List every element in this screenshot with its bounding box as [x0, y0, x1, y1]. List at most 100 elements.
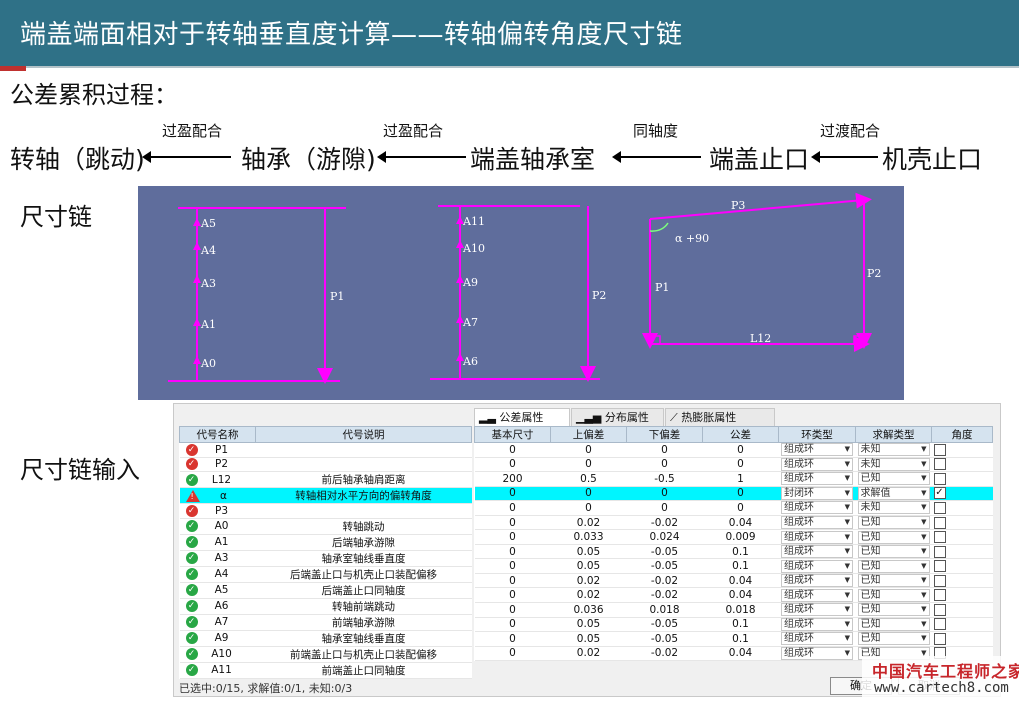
tab-thermal[interactable]: ⟋ 热膨胀属性	[665, 408, 775, 426]
table-row[interactable]: 0 0.036 0.018 0.018 组成环 ▼ 已知 ▼	[474, 602, 993, 618]
table-row[interactable]: ✓ A1 后端轴承游隙	[179, 534, 472, 551]
ring-type-select[interactable]: 组成环 ▼	[781, 472, 853, 486]
upper-dev-cell[interactable]: 0.05	[550, 558, 627, 574]
table-row[interactable]: ✓ A4 后端盖止口与机壳止口装配偏移	[179, 566, 472, 583]
angle-checkbox[interactable]	[933, 560, 946, 573]
angle-checkbox[interactable]	[933, 589, 946, 602]
table-row[interactable]: 0 0.05 -0.05 0.1 组成环 ▼ 已知 ▼	[474, 617, 993, 633]
solve-type-select[interactable]: 求解值 ▼	[857, 486, 930, 500]
table-row[interactable]: ✓ A11 前端盖止口同轴度	[179, 662, 472, 679]
table-row[interactable]: ✓ L12 前后轴承轴肩距离	[179, 471, 472, 489]
angle-checkbox[interactable]	[933, 618, 946, 631]
angle-checkbox[interactable]	[933, 516, 946, 529]
lower-dev-cell[interactable]: -0.02	[626, 646, 703, 662]
angle-checkbox[interactable]: ✓	[933, 487, 946, 500]
base-size-cell[interactable]: 0	[474, 544, 551, 560]
base-size-cell[interactable]: 0	[474, 486, 551, 502]
tolerance-cell[interactable]: 0.04	[702, 573, 779, 589]
ring-type-select[interactable]: 组成环 ▼	[781, 588, 853, 602]
header-code-desc[interactable]: 代号说明	[255, 426, 472, 443]
tolerance-cell[interactable]: 0.1	[702, 544, 779, 560]
base-size-cell[interactable]: 0	[474, 631, 551, 647]
table-row[interactable]: ✓ A9 轴承室轴线垂直度	[179, 630, 472, 647]
tolerance-cell[interactable]: 0.1	[702, 617, 779, 633]
lower-dev-cell[interactable]: 0.024	[626, 529, 703, 545]
table-row[interactable]: ✓ A3 轴承室轴线垂直度	[179, 550, 472, 567]
upper-dev-cell[interactable]: 0.5	[550, 471, 627, 487]
angle-checkbox[interactable]	[933, 458, 946, 471]
solve-type-select[interactable]: 未知 ▼	[857, 457, 930, 471]
base-size-cell[interactable]: 0	[474, 617, 551, 633]
solve-type-select[interactable]: 已知 ▼	[857, 530, 930, 544]
table-row[interactable]: ✓ A10 前端盖止口与机壳止口装配偏移	[179, 646, 472, 663]
angle-checkbox[interactable]	[933, 574, 946, 587]
table-row[interactable]: ✓ A0 转轴跳动	[179, 518, 472, 535]
base-size-cell[interactable]: 0	[474, 500, 551, 516]
table-row[interactable]: 0 0.05 -0.05 0.1 组成环 ▼ 已知 ▼	[474, 631, 993, 647]
header-solve-type[interactable]: 求解类型	[855, 426, 932, 443]
upper-dev-cell[interactable]: 0	[550, 486, 627, 502]
ring-type-select[interactable]: 组成环 ▼	[781, 632, 853, 646]
angle-checkbox[interactable]	[933, 501, 946, 514]
tolerance-cell[interactable]: 0	[702, 442, 779, 458]
lower-dev-cell[interactable]: -0.05	[626, 544, 703, 560]
table-row[interactable]: ✓ A7 前端轴承游隙	[179, 614, 472, 631]
base-size-cell[interactable]: 0	[474, 573, 551, 589]
base-size-cell[interactable]: 0	[474, 515, 551, 531]
base-size-cell[interactable]: 0	[474, 457, 551, 473]
table-row[interactable]: ✓ P3	[179, 503, 472, 519]
lower-dev-cell[interactable]: -0.05	[626, 558, 703, 574]
base-size-cell[interactable]: 0	[474, 529, 551, 545]
ring-type-select[interactable]: 组成环 ▼	[781, 603, 853, 617]
table-row[interactable]: ✓ P2	[179, 457, 472, 473]
tolerance-cell[interactable]: 1	[702, 471, 779, 487]
ring-type-select[interactable]: 组成环 ▼	[781, 457, 853, 471]
ring-type-select[interactable]: 组成环 ▼	[781, 516, 853, 529]
angle-checkbox[interactable]	[933, 443, 946, 456]
header-lower[interactable]: 下偏差	[626, 426, 703, 443]
solve-type-select[interactable]: 已知 ▼	[857, 617, 930, 631]
angle-checkbox[interactable]	[933, 531, 946, 544]
ring-type-select[interactable]: 组成环 ▼	[781, 545, 853, 558]
solve-type-select[interactable]: 已知 ▼	[857, 603, 930, 617]
table-row[interactable]: 200 0.5 -0.5 1 组成环 ▼ 已知 ▼	[474, 471, 993, 487]
base-size-cell[interactable]: 0	[474, 442, 551, 458]
lower-dev-cell[interactable]: 0	[626, 457, 703, 473]
upper-dev-cell[interactable]: 0	[550, 500, 627, 516]
table-row[interactable]: ✓ A6 转轴前端跳动	[179, 598, 472, 615]
upper-dev-cell[interactable]: 0	[550, 457, 627, 473]
ring-type-select[interactable]: 组成环 ▼	[781, 617, 853, 631]
table-row[interactable]: 0 0.033 0.024 0.009 组成环 ▼ 已知 ▼	[474, 529, 993, 545]
tolerance-cell[interactable]: 0.04	[702, 515, 779, 531]
tolerance-cell[interactable]: 0	[702, 500, 779, 516]
tolerance-cell[interactable]: 0.009	[702, 529, 779, 545]
tolerance-cell[interactable]: 0.1	[702, 631, 779, 647]
ring-type-select[interactable]: 封闭环 ▼	[781, 486, 853, 500]
upper-dev-cell[interactable]: 0.05	[550, 631, 627, 647]
solve-type-select[interactable]: 未知 ▼	[857, 443, 930, 457]
upper-dev-cell[interactable]: 0.02	[550, 646, 627, 662]
tolerance-cell[interactable]: 0.04	[702, 587, 779, 604]
lower-dev-cell[interactable]: 0.018	[626, 602, 703, 618]
solve-type-select[interactable]: 已知 ▼	[857, 559, 930, 573]
ring-type-select[interactable]: 组成环 ▼	[781, 443, 853, 457]
ring-type-select[interactable]: 组成环 ▼	[781, 574, 853, 587]
lower-dev-cell[interactable]: -0.05	[626, 631, 703, 647]
base-size-cell[interactable]: 200	[474, 471, 551, 487]
tolerance-cell[interactable]: 0.04	[702, 646, 779, 662]
lower-dev-cell[interactable]: -0.02	[626, 587, 703, 604]
table-row[interactable]: 0 0 0 0 组成环 ▼ 未知 ▼	[474, 457, 993, 473]
table-row[interactable]: 0 0 0 0 组成环 ▼ 未知 ▼	[474, 442, 993, 458]
table-row[interactable]: 0 0.02 -0.02 0.04 组成环 ▼ 已知 ▼	[474, 573, 993, 589]
header-base[interactable]: 基本尺寸	[474, 426, 551, 443]
table-row[interactable]: 0 0.05 -0.05 0.1 组成环 ▼ 已知 ▼	[474, 544, 993, 560]
base-size-cell[interactable]: 0	[474, 558, 551, 574]
header-ring-type[interactable]: 环类型	[778, 426, 856, 443]
table-row[interactable]: 0 0 0 0 封闭环 ▼ 求解值 ▼ ✓	[474, 486, 993, 502]
upper-dev-cell[interactable]: 0.05	[550, 617, 627, 633]
lower-dev-cell[interactable]: -0.02	[626, 515, 703, 531]
angle-checkbox[interactable]	[933, 472, 946, 485]
solve-type-select[interactable]: 未知 ▼	[857, 501, 930, 515]
table-row[interactable]: ✓ P1	[179, 442, 472, 458]
ring-type-select[interactable]: 组成环 ▼	[781, 501, 853, 515]
